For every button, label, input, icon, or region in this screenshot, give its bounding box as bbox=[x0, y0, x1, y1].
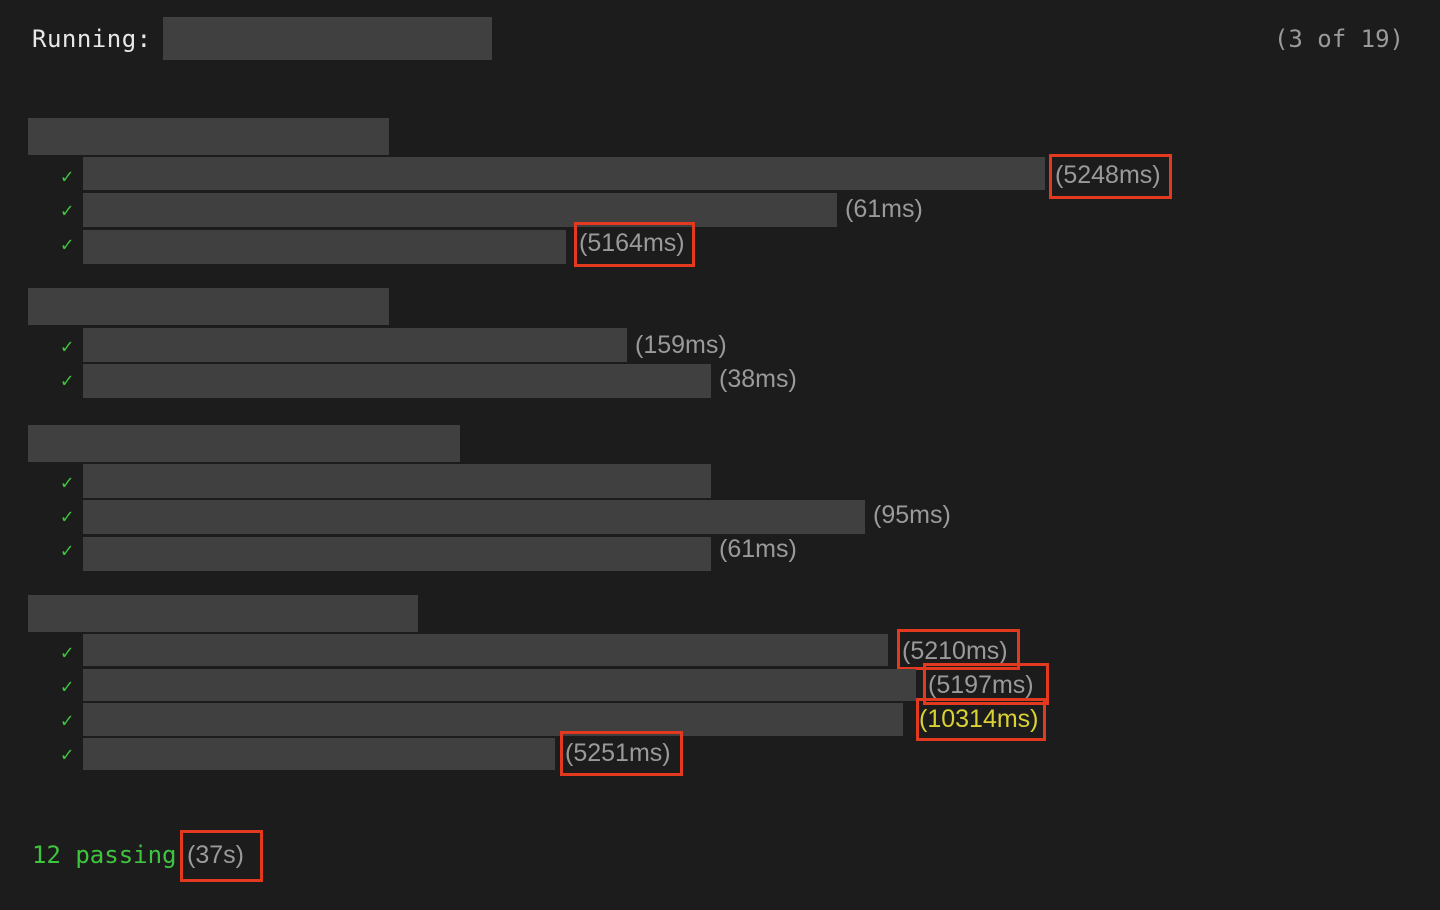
highlight-box bbox=[1049, 154, 1172, 199]
test-name-redacted bbox=[83, 230, 566, 264]
suite-title-redacted bbox=[28, 595, 418, 632]
test-duration: (95ms) bbox=[873, 501, 951, 529]
test-name-redacted bbox=[83, 537, 711, 571]
checkmark-icon: ✓ bbox=[60, 708, 74, 732]
test-name-redacted bbox=[83, 634, 888, 666]
running-label: Running: bbox=[32, 25, 152, 53]
highlight-box bbox=[180, 830, 263, 882]
checkmark-icon: ✓ bbox=[60, 232, 74, 256]
test-duration: (159ms) bbox=[635, 331, 727, 359]
test-name-redacted bbox=[83, 464, 711, 498]
highlight-box bbox=[574, 222, 695, 267]
suite-title-redacted bbox=[28, 118, 389, 155]
passing-count: 12 passing bbox=[32, 841, 177, 869]
highlight-box bbox=[560, 731, 683, 776]
checkmark-icon: ✓ bbox=[60, 538, 74, 562]
test-name-redacted bbox=[83, 669, 916, 701]
highlight-box bbox=[916, 698, 1046, 741]
checkmark-icon: ✓ bbox=[60, 334, 74, 358]
checkmark-icon: ✓ bbox=[60, 368, 74, 392]
checkmark-icon: ✓ bbox=[60, 504, 74, 528]
test-name-redacted bbox=[83, 703, 903, 736]
checkmark-icon: ✓ bbox=[60, 674, 74, 698]
test-name-redacted bbox=[83, 738, 555, 770]
test-name-redacted bbox=[83, 328, 627, 362]
test-name-redacted bbox=[83, 157, 1045, 190]
checkmark-icon: ✓ bbox=[60, 640, 74, 664]
test-name-redacted bbox=[83, 500, 865, 534]
running-test-name-redacted bbox=[163, 17, 492, 60]
test-duration: (61ms) bbox=[845, 195, 923, 223]
checkmark-icon: ✓ bbox=[60, 742, 74, 766]
test-name-redacted bbox=[83, 193, 837, 227]
test-name-redacted bbox=[83, 364, 711, 398]
suite-title-redacted bbox=[28, 425, 460, 462]
checkmark-icon: ✓ bbox=[60, 164, 74, 188]
checkmark-icon: ✓ bbox=[60, 198, 74, 222]
test-file-counter: (3 of 19) bbox=[1273, 25, 1404, 53]
test-duration: (61ms) bbox=[719, 535, 797, 563]
checkmark-icon: ✓ bbox=[60, 470, 74, 494]
suite-title-redacted bbox=[28, 288, 389, 325]
test-duration: (38ms) bbox=[719, 365, 797, 393]
